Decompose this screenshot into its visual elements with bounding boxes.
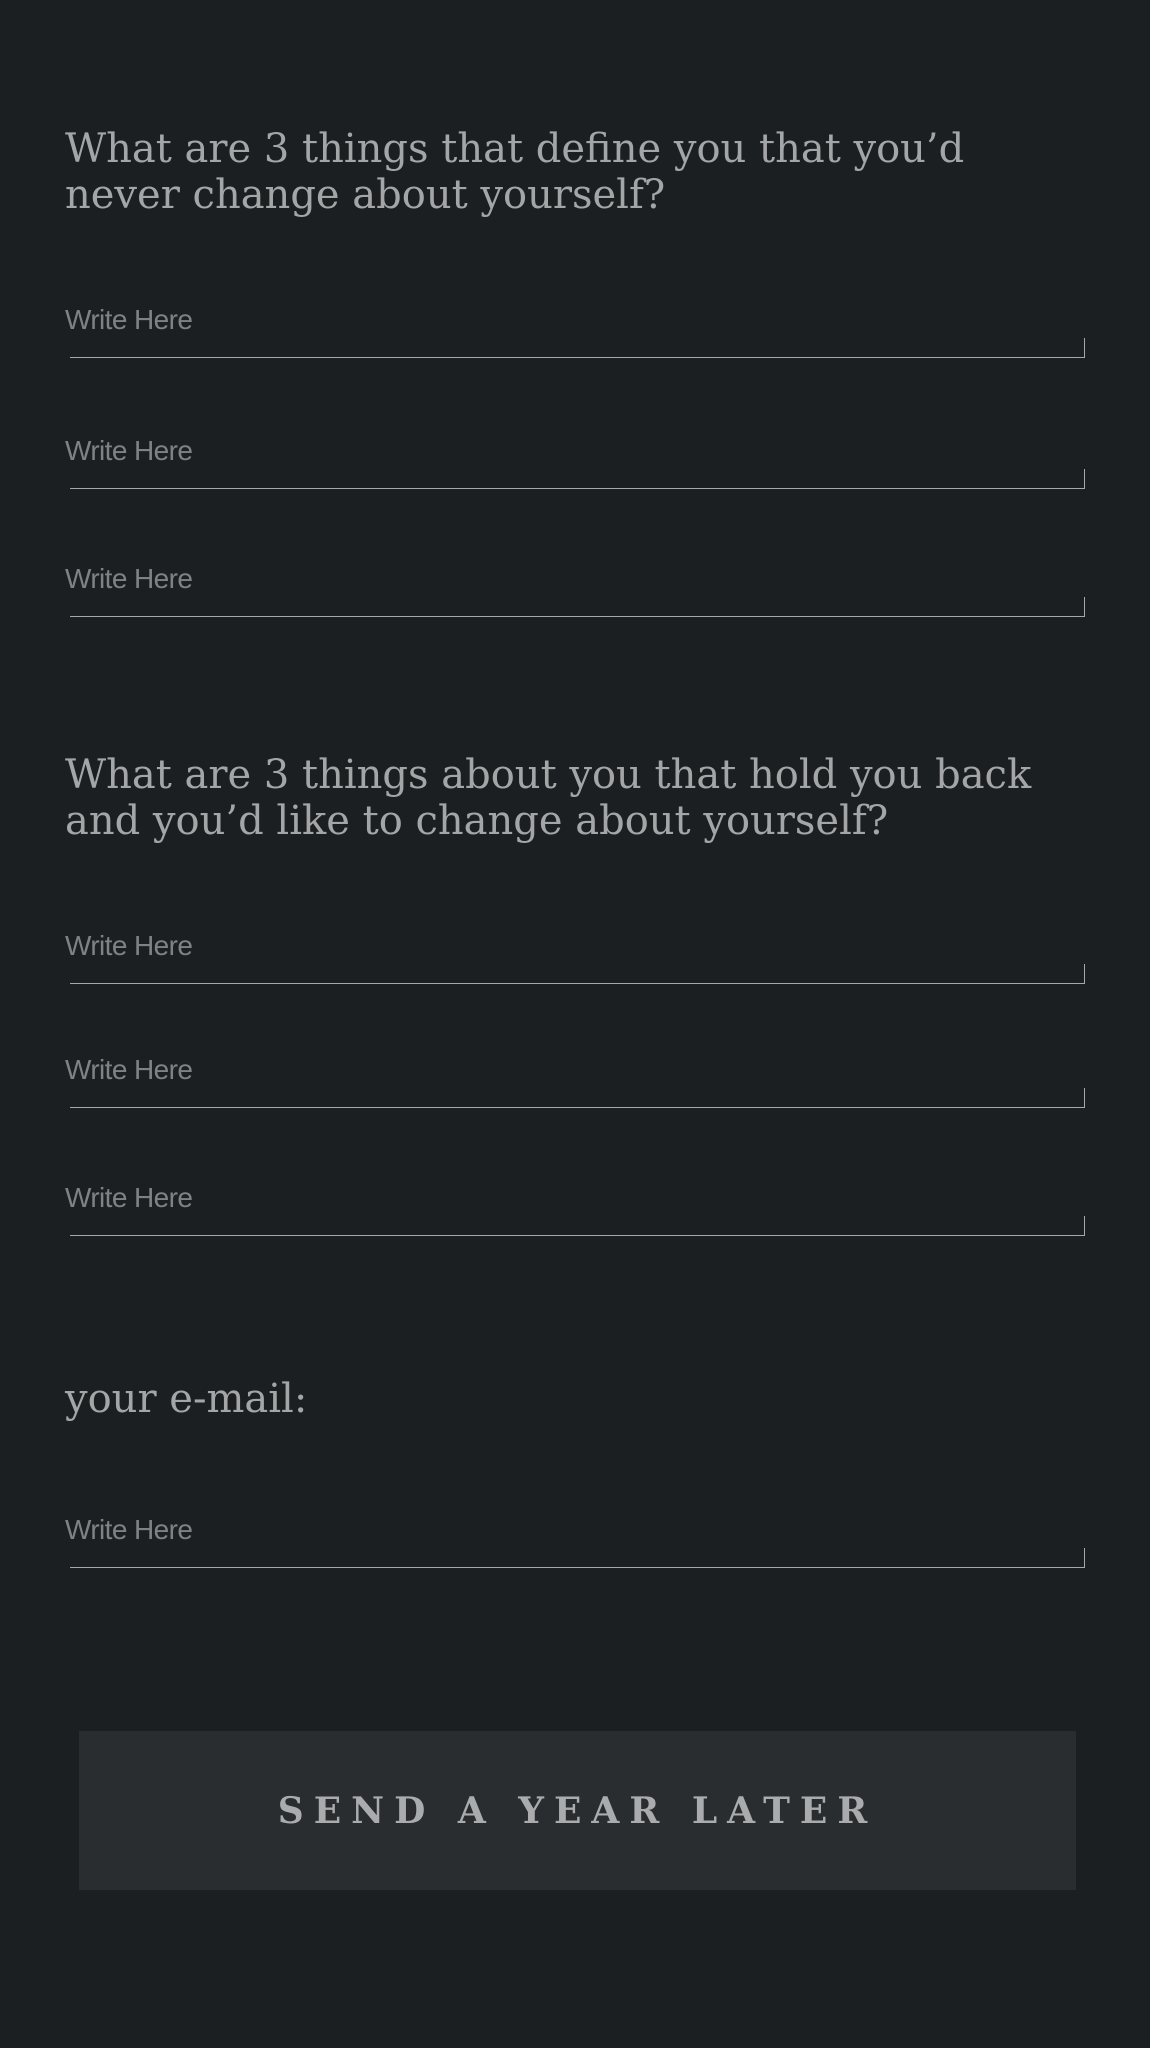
define-answer-3-input[interactable] [65, 555, 1075, 603]
define-answer-1-input[interactable] [65, 296, 1075, 344]
send-a-year-later-button[interactable]: SEND A YEAR LATER [79, 1731, 1076, 1890]
change-answer-1-input[interactable] [65, 922, 1075, 970]
define-answer-3-field[interactable] [65, 555, 1085, 617]
change-answer-2-field[interactable] [65, 1046, 1085, 1108]
email-label: your e-mail: [65, 1376, 308, 1422]
change-answer-2-input[interactable] [65, 1046, 1075, 1094]
define-answer-2-field[interactable] [65, 427, 1085, 489]
change-answer-1-field[interactable] [65, 922, 1085, 984]
email-field[interactable] [65, 1506, 1085, 1568]
email-input[interactable] [65, 1506, 1075, 1554]
change-answer-3-input[interactable] [65, 1174, 1075, 1222]
define-answer-1-field[interactable] [65, 296, 1085, 358]
question-define-you: What are 3 things that define you that y… [65, 126, 965, 218]
question-hold-you-back: What are 3 things about you that hold yo… [65, 752, 1032, 844]
change-answer-3-field[interactable] [65, 1174, 1085, 1236]
define-answer-2-input[interactable] [65, 427, 1075, 475]
